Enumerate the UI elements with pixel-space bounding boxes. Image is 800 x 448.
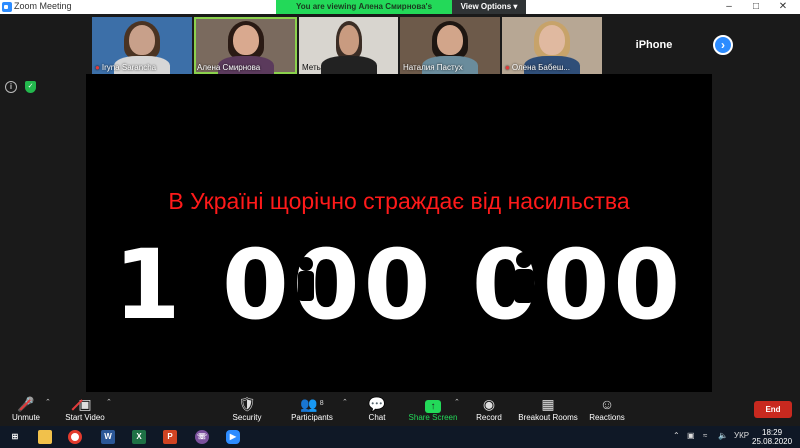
meeting-toolbar: 🎤 Unmute ⌃ ▣ Start Video ⌃ 🛡 Security 👥 8… — [0, 392, 800, 426]
silhouette-arm — [531, 258, 543, 262]
participant-name: iPhone — [635, 39, 673, 51]
minimize-icon[interactable]: – — [716, 0, 742, 14]
participant-tile-nataliia[interactable]: Наталия Пастух — [400, 17, 500, 74]
breakout-rooms-button[interactable]: ▦ Breakout Rooms — [518, 395, 578, 422]
participants-options-caret[interactable]: ⌃ — [342, 398, 348, 406]
wifi-icon[interactable]: ≈ — [703, 431, 707, 440]
mic-muted-icon: ● — [505, 63, 510, 72]
windows-start-icon[interactable]: ⊞ — [8, 430, 22, 444]
participants-count: 8 — [319, 400, 324, 407]
end-meeting-button[interactable]: End — [754, 401, 792, 418]
participants-button[interactable]: 👥 8 Participants — [288, 395, 336, 422]
participant-name: Алена Смирнова — [197, 63, 261, 72]
zoom-taskbar-icon[interactable]: ▶ — [226, 430, 240, 444]
reactions-button[interactable]: ☺ Reactions — [588, 395, 626, 422]
silhouette-figures — [298, 252, 543, 303]
participant-name: Олена Бабеш... — [511, 63, 570, 72]
silhouette-body — [450, 270, 470, 302]
participant-tile-olena[interactable]: ● Олена Бабеш... — [502, 17, 602, 74]
mic-muted-icon: ● — [95, 63, 100, 72]
info-icon[interactable]: i — [5, 81, 17, 93]
viewing-banner-text: You are viewing Алена Смирнова's screen — [276, 0, 452, 25]
participant-name: Меть — [302, 63, 321, 72]
silhouette-head — [453, 253, 469, 269]
participant-name: Iryna Sarancha — [101, 63, 157, 72]
shared-screen: В Україні щорічно страждає від насильств… — [86, 74, 712, 392]
encryption-shield-icon[interactable]: ✓ — [25, 81, 36, 93]
excel-icon[interactable]: X — [132, 430, 146, 444]
volume-icon[interactable]: 🔈 — [718, 431, 728, 440]
view-options-button[interactable]: View Options ▾ — [452, 0, 526, 14]
powerpoint-icon[interactable]: P — [163, 430, 177, 444]
breakout-rooms-icon: ▦ — [541, 396, 555, 412]
participant-tile-met[interactable]: Меть — [299, 17, 398, 74]
maximize-icon[interactable]: □ — [743, 0, 769, 14]
chevron-right-icon: › — [721, 38, 725, 52]
chat-button[interactable]: 💬 Chat — [364, 395, 390, 422]
title-bar: Zoom Meeting You are viewing Алена Смирн… — [0, 0, 800, 25]
silhouette-body — [298, 271, 314, 301]
share-options-caret[interactable]: ⌃ — [454, 398, 460, 406]
start-video-button[interactable]: ▣ Start Video — [62, 395, 108, 422]
smiley-icon: ☺ — [599, 396, 615, 412]
chat-icon: 💬 — [368, 396, 386, 412]
silhouette-head — [299, 257, 313, 271]
shield-icon: 🛡 — [238, 396, 256, 412]
language-indicator[interactable]: УКР — [734, 431, 749, 440]
system-clock[interactable]: 18:29 25.08.2020 — [752, 428, 792, 446]
unmute-button[interactable]: 🎤 Unmute — [10, 395, 42, 422]
chevron-up-icon[interactable]: ⌃ — [673, 431, 680, 440]
video-options-caret[interactable]: ⌃ — [106, 398, 112, 406]
chrome-icon[interactable] — [68, 430, 82, 444]
zoom-meeting-window: Zoom Meeting You are viewing Алена Смирн… — [0, 0, 800, 448]
participant-tile-iryna[interactable]: ● Iryna Sarancha — [92, 17, 192, 74]
clock-date: 25.08.2020 — [752, 437, 793, 446]
microphone-muted-icon: 🎤 — [17, 396, 35, 412]
security-button[interactable]: 🛡 Security — [228, 395, 266, 422]
window-title: Zoom Meeting — [14, 1, 72, 11]
silhouette-body — [514, 269, 534, 303]
next-page-button[interactable]: › — [713, 35, 733, 55]
file-explorer-icon[interactable] — [38, 430, 52, 444]
network-icon[interactable]: ▣ — [687, 431, 695, 440]
viewing-banner: You are viewing Алена Смирнова's screen … — [276, 0, 526, 25]
video-off-icon: ▣ — [78, 396, 92, 412]
audio-options-caret[interactable]: ⌃ — [45, 398, 51, 406]
word-icon[interactable]: W — [101, 430, 115, 444]
close-icon[interactable]: ✕ — [770, 0, 796, 14]
participants-icon: 👥 8 — [300, 396, 324, 412]
record-icon: ◉ — [482, 396, 496, 412]
participant-tile-iphone[interactable]: iPhone — [606, 17, 702, 74]
clock-time: 18:29 — [762, 428, 783, 437]
viber-icon[interactable]: ☏ — [195, 430, 209, 444]
participant-name: Наталия Пастух — [403, 63, 463, 72]
record-button[interactable]: ◉ Record — [474, 395, 504, 422]
participant-tile-alena[interactable]: Алена Смирнова — [194, 17, 297, 74]
share-screen-button[interactable]: ↑ Share Screen — [408, 395, 458, 422]
share-screen-icon: ↑ — [425, 400, 441, 413]
silhouette-head — [516, 252, 532, 268]
zoom-logo-icon — [2, 2, 12, 12]
windows-taskbar: ⊞ W X P ☏ ▶ ⌃ ▣ ≈ 🔈 УКР 18:29 25.08.2020 — [0, 426, 800, 448]
